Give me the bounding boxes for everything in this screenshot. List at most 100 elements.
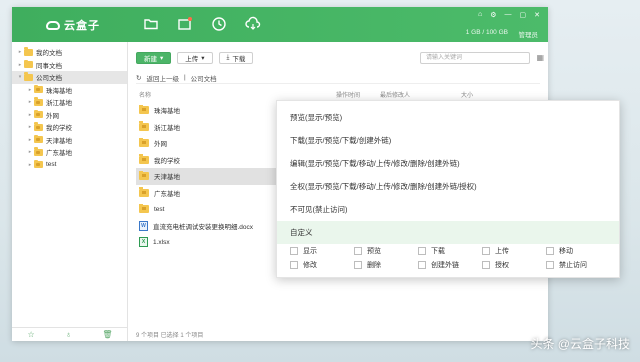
folder-icon xyxy=(34,122,43,131)
sidebar-item-label: 珠海基地 xyxy=(46,87,72,95)
permission-checkbox[interactable]: 预览 xyxy=(354,246,418,256)
refresh-icon[interactable]: ↻ xyxy=(136,74,141,82)
caret-right-icon[interactable]: ▸ xyxy=(26,112,34,118)
checkbox-icon[interactable] xyxy=(482,247,490,255)
permission-checkbox[interactable]: 创建外链 xyxy=(418,260,482,270)
status-text: 9 个项目 已选择 1 个项目 xyxy=(136,333,204,339)
cloud-logo-icon xyxy=(46,20,60,30)
permission-checkbox[interactable]: 删除 xyxy=(354,260,418,270)
top-nav xyxy=(142,15,262,33)
folder-icon xyxy=(24,72,33,81)
permission-checkbox[interactable]: 禁止访问 xyxy=(546,260,610,270)
caret-right-icon[interactable]: ▸ xyxy=(26,99,34,105)
sidebar-item[interactable]: ▾ 公司文档 xyxy=(12,71,127,84)
caret-down-icon: ▾ xyxy=(201,55,205,62)
folder-icon xyxy=(34,84,43,94)
permission-label: 上传 xyxy=(495,248,509,255)
permission-label: 显示 xyxy=(303,248,317,255)
caret-right-icon[interactable]: ▸ xyxy=(26,87,34,93)
col-name[interactable]: 名称 xyxy=(139,90,151,99)
permission-label: 禁止访问 xyxy=(559,262,587,269)
checkbox-icon[interactable] xyxy=(482,261,490,269)
permission-checkbox[interactable]: 授权 xyxy=(482,260,546,270)
permission-checkbox[interactable]: 下载 xyxy=(418,246,482,256)
sync-nav-button[interactable] xyxy=(244,15,262,33)
caret-right-icon[interactable]: ▸ xyxy=(26,137,34,143)
download-icon: ⤓ xyxy=(226,54,230,61)
folder-nav-button[interactable] xyxy=(142,15,160,33)
caret-right-icon[interactable]: ▸ xyxy=(26,149,34,155)
admin-label[interactable]: 管理员 xyxy=(519,29,539,39)
permission-checkbox[interactable]: 修改 xyxy=(290,260,354,270)
sidebar-item-label: 浙江基地 xyxy=(46,100,72,108)
new-button[interactable]: 新建 ▾ xyxy=(136,52,172,64)
file-name: 外网 xyxy=(154,141,167,149)
file-name: test xyxy=(154,205,165,213)
sidebar-item[interactable]: ▸ test xyxy=(12,159,127,172)
sidebar-item[interactable]: ▸ 珠海基地 xyxy=(12,84,127,97)
trash-icon[interactable]: 🗑 xyxy=(102,330,112,339)
checkbox-icon[interactable] xyxy=(546,247,554,255)
breadcrumb-current[interactable]: 公司文档 xyxy=(191,73,217,83)
share-nav-button[interactable] xyxy=(176,15,194,33)
checkbox-icon[interactable] xyxy=(418,247,426,255)
checkbox-icon[interactable] xyxy=(354,261,362,269)
caret-down-icon[interactable]: ▾ xyxy=(16,74,24,80)
grid-view-icon[interactable]: ▦ xyxy=(536,53,544,62)
col-size[interactable]: 大小 xyxy=(461,90,473,99)
sidebar-item[interactable]: ▸ 我的文档 xyxy=(12,46,127,59)
permission-option[interactable]: 自定义 xyxy=(277,221,619,244)
file-name: 1.xlsx xyxy=(153,238,170,246)
checkbox-icon[interactable] xyxy=(418,261,426,269)
col-last-modifier[interactable]: 最后修改人 xyxy=(380,90,410,99)
folder-icon xyxy=(34,109,43,119)
minimize-icon[interactable]: — xyxy=(505,11,512,19)
sidebar-item[interactable]: ▸ 广东基地 xyxy=(12,146,127,159)
permission-option[interactable]: 预览(显示/预览) xyxy=(277,106,619,129)
permission-option[interactable]: 全权(显示/预览/下载/移动/上传/修改/删除/创建外链/授权) xyxy=(277,175,619,198)
col-op-time[interactable]: 操作时间 xyxy=(336,90,360,99)
sidebar-item[interactable]: ▸ 外网 xyxy=(12,109,127,122)
word-doc-icon: W xyxy=(139,220,148,231)
sidebar-item[interactable]: ▸ 我的学校 xyxy=(12,121,127,134)
download-button[interactable]: ⤓ 下载 xyxy=(218,52,254,64)
bulb-icon[interactable]: ♁ xyxy=(66,330,72,339)
sidebar-item[interactable]: ▸ 浙江基地 xyxy=(12,96,127,109)
caret-right-icon[interactable]: ▸ xyxy=(26,162,34,168)
permission-option[interactable]: 编辑(显示/预览/下载/移动/上传/修改/删除/创建外链) xyxy=(277,152,619,175)
search-input[interactable]: 请输入关键词 xyxy=(420,52,530,64)
caret-right-icon[interactable]: ▸ xyxy=(26,124,34,130)
title-bar: 云盒子 ⌂ ⚙ — ▢ ✕ 1 GB / 100 GB 管理员 xyxy=(12,7,548,42)
checkbox-icon[interactable] xyxy=(290,261,298,269)
back-link[interactable]: 返回上一级 xyxy=(146,73,179,83)
settings-icon[interactable]: ⚙ xyxy=(490,11,496,19)
permission-checkbox[interactable]: 上传 xyxy=(482,246,546,256)
close-icon[interactable]: ✕ xyxy=(534,11,540,19)
sidebar-item-label: 外网 xyxy=(46,112,59,120)
upload-button[interactable]: 上传 ▾ xyxy=(177,52,213,64)
folder-icon xyxy=(24,47,33,56)
checkbox-icon[interactable] xyxy=(354,247,362,255)
sidebar-item[interactable]: ▸ 天津基地 xyxy=(12,134,127,147)
permission-checkbox[interactable]: 显示 xyxy=(290,246,354,256)
history-nav-button[interactable] xyxy=(210,15,228,33)
maximize-icon[interactable]: ▢ xyxy=(520,11,527,19)
checkbox-icon[interactable] xyxy=(290,247,298,255)
checkbox-icon[interactable] xyxy=(546,261,554,269)
folder-icon xyxy=(139,170,149,181)
sidebar-item[interactable]: ▸ 同事文档 xyxy=(12,59,127,72)
permission-checkbox[interactable]: 移动 xyxy=(546,246,610,256)
permission-label: 授权 xyxy=(495,262,509,269)
folder-icon xyxy=(34,97,43,106)
permission-option[interactable]: 不可见(禁止访问) xyxy=(277,198,619,221)
caret-down-icon: ▾ xyxy=(160,55,164,62)
sidebar-item-label: 同事文档 xyxy=(36,62,62,70)
caret-right-icon[interactable]: ▸ xyxy=(16,62,24,68)
skin-icon[interactable]: ⌂ xyxy=(478,11,482,19)
toolbar: 新建 ▾ 上传 ▾ ⤓ 下载 xyxy=(136,52,254,64)
caret-right-icon[interactable]: ▸ xyxy=(16,49,24,55)
permission-option[interactable]: 下载(显示/预览/下载/创建外链) xyxy=(277,129,619,152)
star-icon[interactable]: ☆ xyxy=(27,330,34,339)
folder-icon xyxy=(34,159,43,169)
folder-icon xyxy=(139,104,149,115)
